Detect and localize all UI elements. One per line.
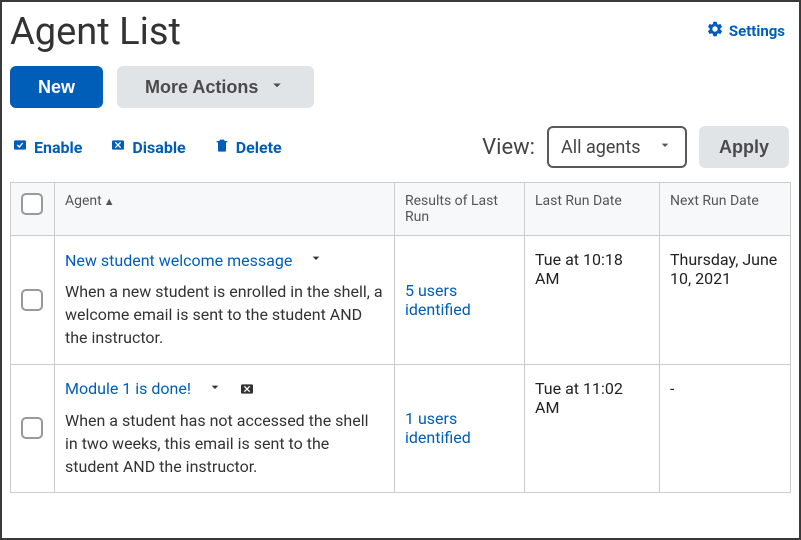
table-row: Module 1 is done! When a student has not…: [11, 364, 791, 493]
results-link[interactable]: 1 users identified: [405, 409, 471, 447]
agent-name-link[interactable]: Module 1 is done!: [65, 379, 191, 398]
chevron-down-icon: [268, 76, 286, 99]
view-label: View:: [482, 135, 535, 160]
results-link[interactable]: 5 users identified: [405, 281, 471, 319]
agent-description: When a student has not accessed the shel…: [65, 409, 384, 479]
more-actions-label: More Actions: [145, 77, 258, 98]
delete-action[interactable]: Delete: [214, 137, 282, 157]
col-header-results[interactable]: Results of Last Run: [395, 183, 525, 236]
col-header-next-run[interactable]: Next Run Date: [660, 183, 791, 236]
view-selected-value: All agents: [561, 137, 641, 158]
gear-icon: [706, 20, 724, 42]
enable-label: Enable: [34, 138, 82, 157]
agent-name-link[interactable]: New student welcome message: [65, 251, 292, 270]
table-row: New student welcome message When a new s…: [11, 236, 791, 365]
last-run-date: Tue at 11:02 AM: [525, 364, 660, 493]
new-button[interactable]: New: [10, 66, 103, 108]
agents-table: Agent▲ Results of Last Run Last Run Date…: [10, 182, 791, 493]
next-run-date: Thursday, June 10, 2021: [660, 236, 791, 365]
apply-button[interactable]: Apply: [699, 126, 789, 168]
col-header-last-run[interactable]: Last Run Date: [525, 183, 660, 236]
agent-description: When a new student is enrolled in the sh…: [65, 280, 384, 350]
settings-link[interactable]: Settings: [706, 20, 785, 42]
disable-label: Disable: [132, 138, 185, 157]
last-run-date: Tue at 10:18 AM: [525, 236, 660, 365]
enable-icon: [12, 137, 28, 157]
trash-icon: [214, 137, 230, 157]
view-select[interactable]: All agents: [547, 126, 687, 168]
row-checkbox[interactable]: [21, 417, 43, 439]
sort-asc-icon: ▲: [104, 195, 115, 208]
col-header-agent[interactable]: Agent▲: [55, 183, 395, 236]
settings-label: Settings: [729, 22, 785, 40]
select-all-checkbox[interactable]: [21, 193, 43, 215]
disable-icon: [110, 137, 126, 157]
page-title: Agent List: [10, 10, 181, 54]
row-menu-chevron-icon[interactable]: [308, 250, 324, 270]
chevron-down-icon: [657, 137, 673, 158]
disable-action[interactable]: Disable: [110, 137, 185, 157]
delete-label: Delete: [236, 138, 282, 157]
disabled-indicator-icon: [239, 381, 255, 397]
more-actions-button[interactable]: More Actions: [117, 66, 314, 108]
enable-action[interactable]: Enable: [12, 137, 82, 157]
row-checkbox[interactable]: [21, 289, 43, 311]
row-menu-chevron-icon[interactable]: [207, 379, 223, 399]
next-run-date: -: [660, 364, 791, 493]
